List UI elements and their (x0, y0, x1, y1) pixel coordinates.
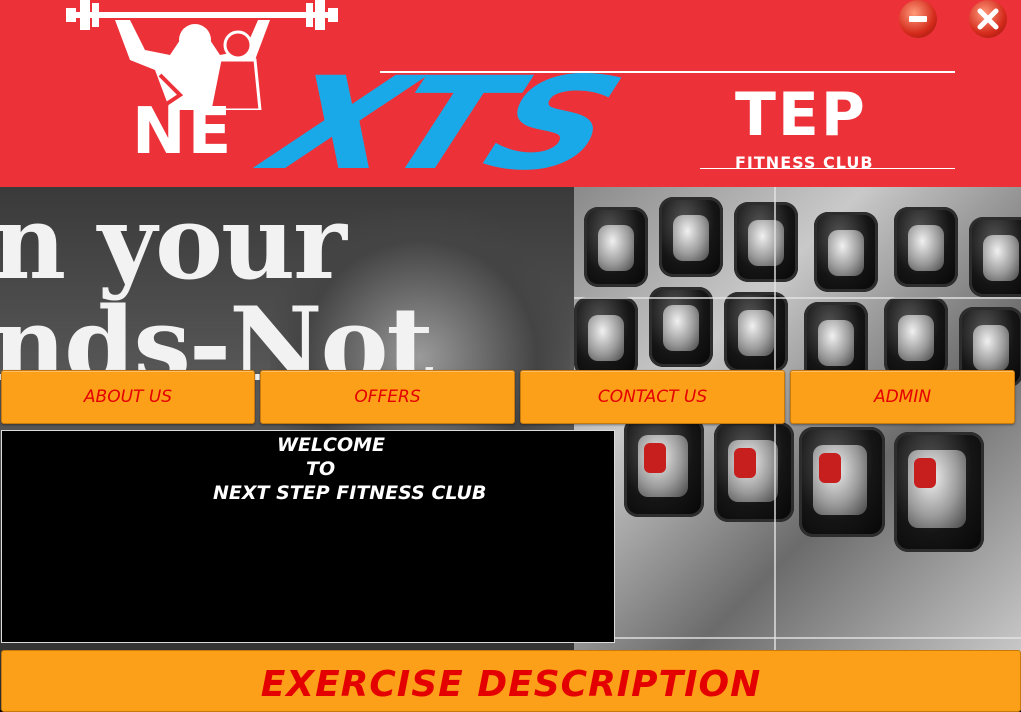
x-circle-icon (977, 8, 999, 30)
welcome-panel: WELCOME TO NEXT STEP FITNESS CLUB (1, 430, 615, 643)
admin-button[interactable]: ADMIN (790, 370, 1015, 424)
logo-word-middle: XTS (248, 50, 634, 187)
logo-word-right: TEP (735, 80, 867, 150)
dumbbell-image (894, 432, 984, 552)
minimize-button[interactable] (899, 0, 937, 38)
dumbbell-image (584, 207, 648, 287)
banner-motto-text: n your nds-Not (0, 187, 434, 405)
exercise-description-button[interactable]: EXERCISE DESCRIPTION (1, 650, 1021, 712)
dumbbell-image (894, 207, 958, 287)
offers-button[interactable]: OFFERS (260, 370, 515, 424)
dumbbell-image (574, 297, 638, 377)
welcome-line-3: NEXT STEP FITNESS CLUB (213, 482, 487, 504)
dumbbell-image (659, 197, 723, 277)
dumbbell-image (884, 297, 948, 377)
dumbbell-image (814, 212, 878, 292)
dumbbell-image (624, 417, 704, 517)
about-us-button[interactable]: ABOUT US (1, 370, 255, 424)
close-button[interactable] (969, 0, 1007, 38)
welcome-line-1: WELCOME (277, 434, 386, 456)
mirror-divider (574, 637, 1021, 639)
logo-word-left: NE (132, 95, 234, 169)
header-logo-banner: NE TEP XTS FITNESS CLUB (0, 0, 1021, 187)
dumbbell-image (714, 422, 794, 522)
mirror-divider (574, 297, 1021, 299)
dumbbell-image (969, 217, 1021, 297)
dumbbell-image (724, 292, 788, 372)
logo-tagline: FITNESS CLUB (735, 153, 874, 172)
minus-circle-icon (909, 16, 927, 22)
dumbbell-rack-image (574, 187, 1021, 710)
welcome-line-2: TO (306, 458, 336, 480)
dumbbell-image (734, 202, 798, 282)
dumbbell-image (799, 427, 885, 537)
contact-us-button[interactable]: CONTACT US (520, 370, 785, 424)
mirror-divider (774, 187, 776, 710)
dumbbell-image (649, 287, 713, 367)
